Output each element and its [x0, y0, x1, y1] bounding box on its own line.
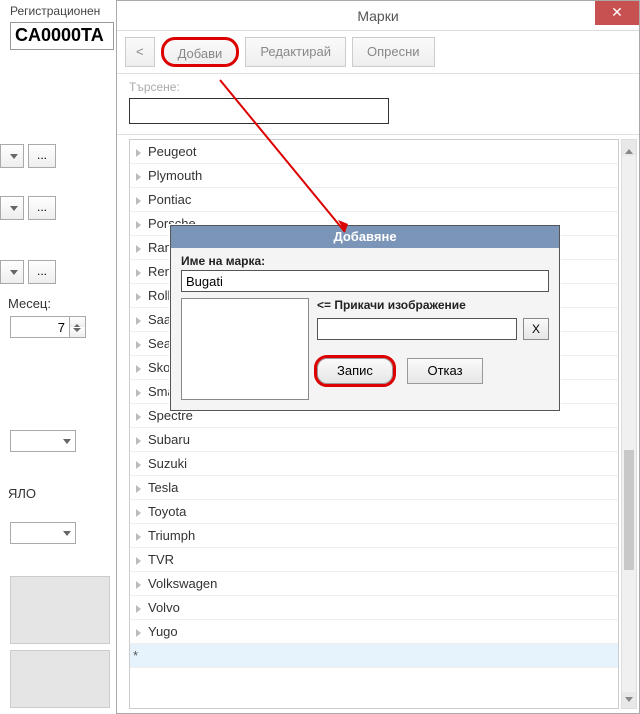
combo-3[interactable] — [0, 260, 24, 284]
grey-box-1 — [10, 576, 110, 644]
scroll-thumb[interactable] — [624, 450, 634, 570]
search-input[interactable] — [129, 98, 389, 124]
list-item[interactable]: TVR — [130, 548, 618, 572]
scroll-down[interactable] — [622, 692, 636, 708]
add-button[interactable]: Добави — [161, 37, 240, 67]
browse-3-button[interactable]: ... — [28, 260, 56, 284]
registration-input[interactable]: CA0000TA — [10, 22, 114, 50]
scrollbar[interactable] — [621, 139, 637, 709]
attach-label: <= Прикачи изображение — [317, 298, 549, 312]
list-item[interactable]: Volvo — [130, 596, 618, 620]
name-label: Име на марка: — [181, 254, 549, 268]
search-area: Търсене: — [117, 74, 639, 135]
search-label: Търсене: — [129, 80, 627, 94]
yalo-label: ЯЛО — [8, 486, 36, 501]
list-item[interactable]: Volkswagen — [130, 572, 618, 596]
month-stepper[interactable] — [10, 316, 86, 338]
month-label: Месец: — [8, 296, 51, 311]
list-item[interactable]: Peugeot — [130, 140, 618, 164]
edit-button[interactable]: Редактирай — [245, 37, 346, 67]
brand-name-input[interactable] — [181, 270, 549, 292]
add-dialog: Добавяне Име на марка: <= Прикачи изобра… — [170, 225, 560, 411]
list-item[interactable]: Suzuki — [130, 452, 618, 476]
combo-1[interactable] — [0, 144, 24, 168]
dialog-title: Добавяне — [171, 226, 559, 248]
combo-2[interactable] — [0, 196, 24, 220]
titlebar: Марки ✕ — [117, 1, 639, 31]
list-item[interactable]: Tesla — [130, 476, 618, 500]
browse-1-button[interactable]: ... — [28, 144, 56, 168]
image-preview — [181, 298, 309, 400]
window-title: Марки — [117, 1, 639, 31]
browse-2-button[interactable]: ... — [28, 196, 56, 220]
scroll-up[interactable] — [622, 140, 636, 156]
list-item[interactable]: Plymouth — [130, 164, 618, 188]
combo-4[interactable] — [10, 430, 76, 452]
new-row[interactable] — [130, 644, 618, 668]
list-item[interactable]: Yugo — [130, 620, 618, 644]
grey-box-2 — [10, 650, 110, 708]
registration-label: Регистрационен — [10, 4, 100, 18]
back-button[interactable]: < — [125, 37, 155, 67]
background-form: Регистрационен CA0000TA ... ... ... Месе… — [0, 0, 120, 714]
cancel-button[interactable]: Отказ — [407, 358, 483, 384]
save-button[interactable]: Запис — [317, 358, 393, 384]
close-button[interactable]: ✕ — [595, 1, 639, 25]
list-item[interactable]: Toyota — [130, 500, 618, 524]
refresh-button[interactable]: Опресни — [352, 37, 435, 67]
combo-5[interactable] — [10, 522, 76, 544]
toolbar: < Добави Редактирай Опресни — [117, 31, 639, 74]
list-item[interactable]: Pontiac — [130, 188, 618, 212]
month-input[interactable] — [10, 316, 70, 338]
clear-attach-button[interactable]: X — [523, 318, 549, 340]
month-spinner[interactable] — [70, 316, 86, 338]
attach-path-input[interactable] — [317, 318, 517, 340]
list-item[interactable]: Subaru — [130, 428, 618, 452]
list-item[interactable]: Triumph — [130, 524, 618, 548]
